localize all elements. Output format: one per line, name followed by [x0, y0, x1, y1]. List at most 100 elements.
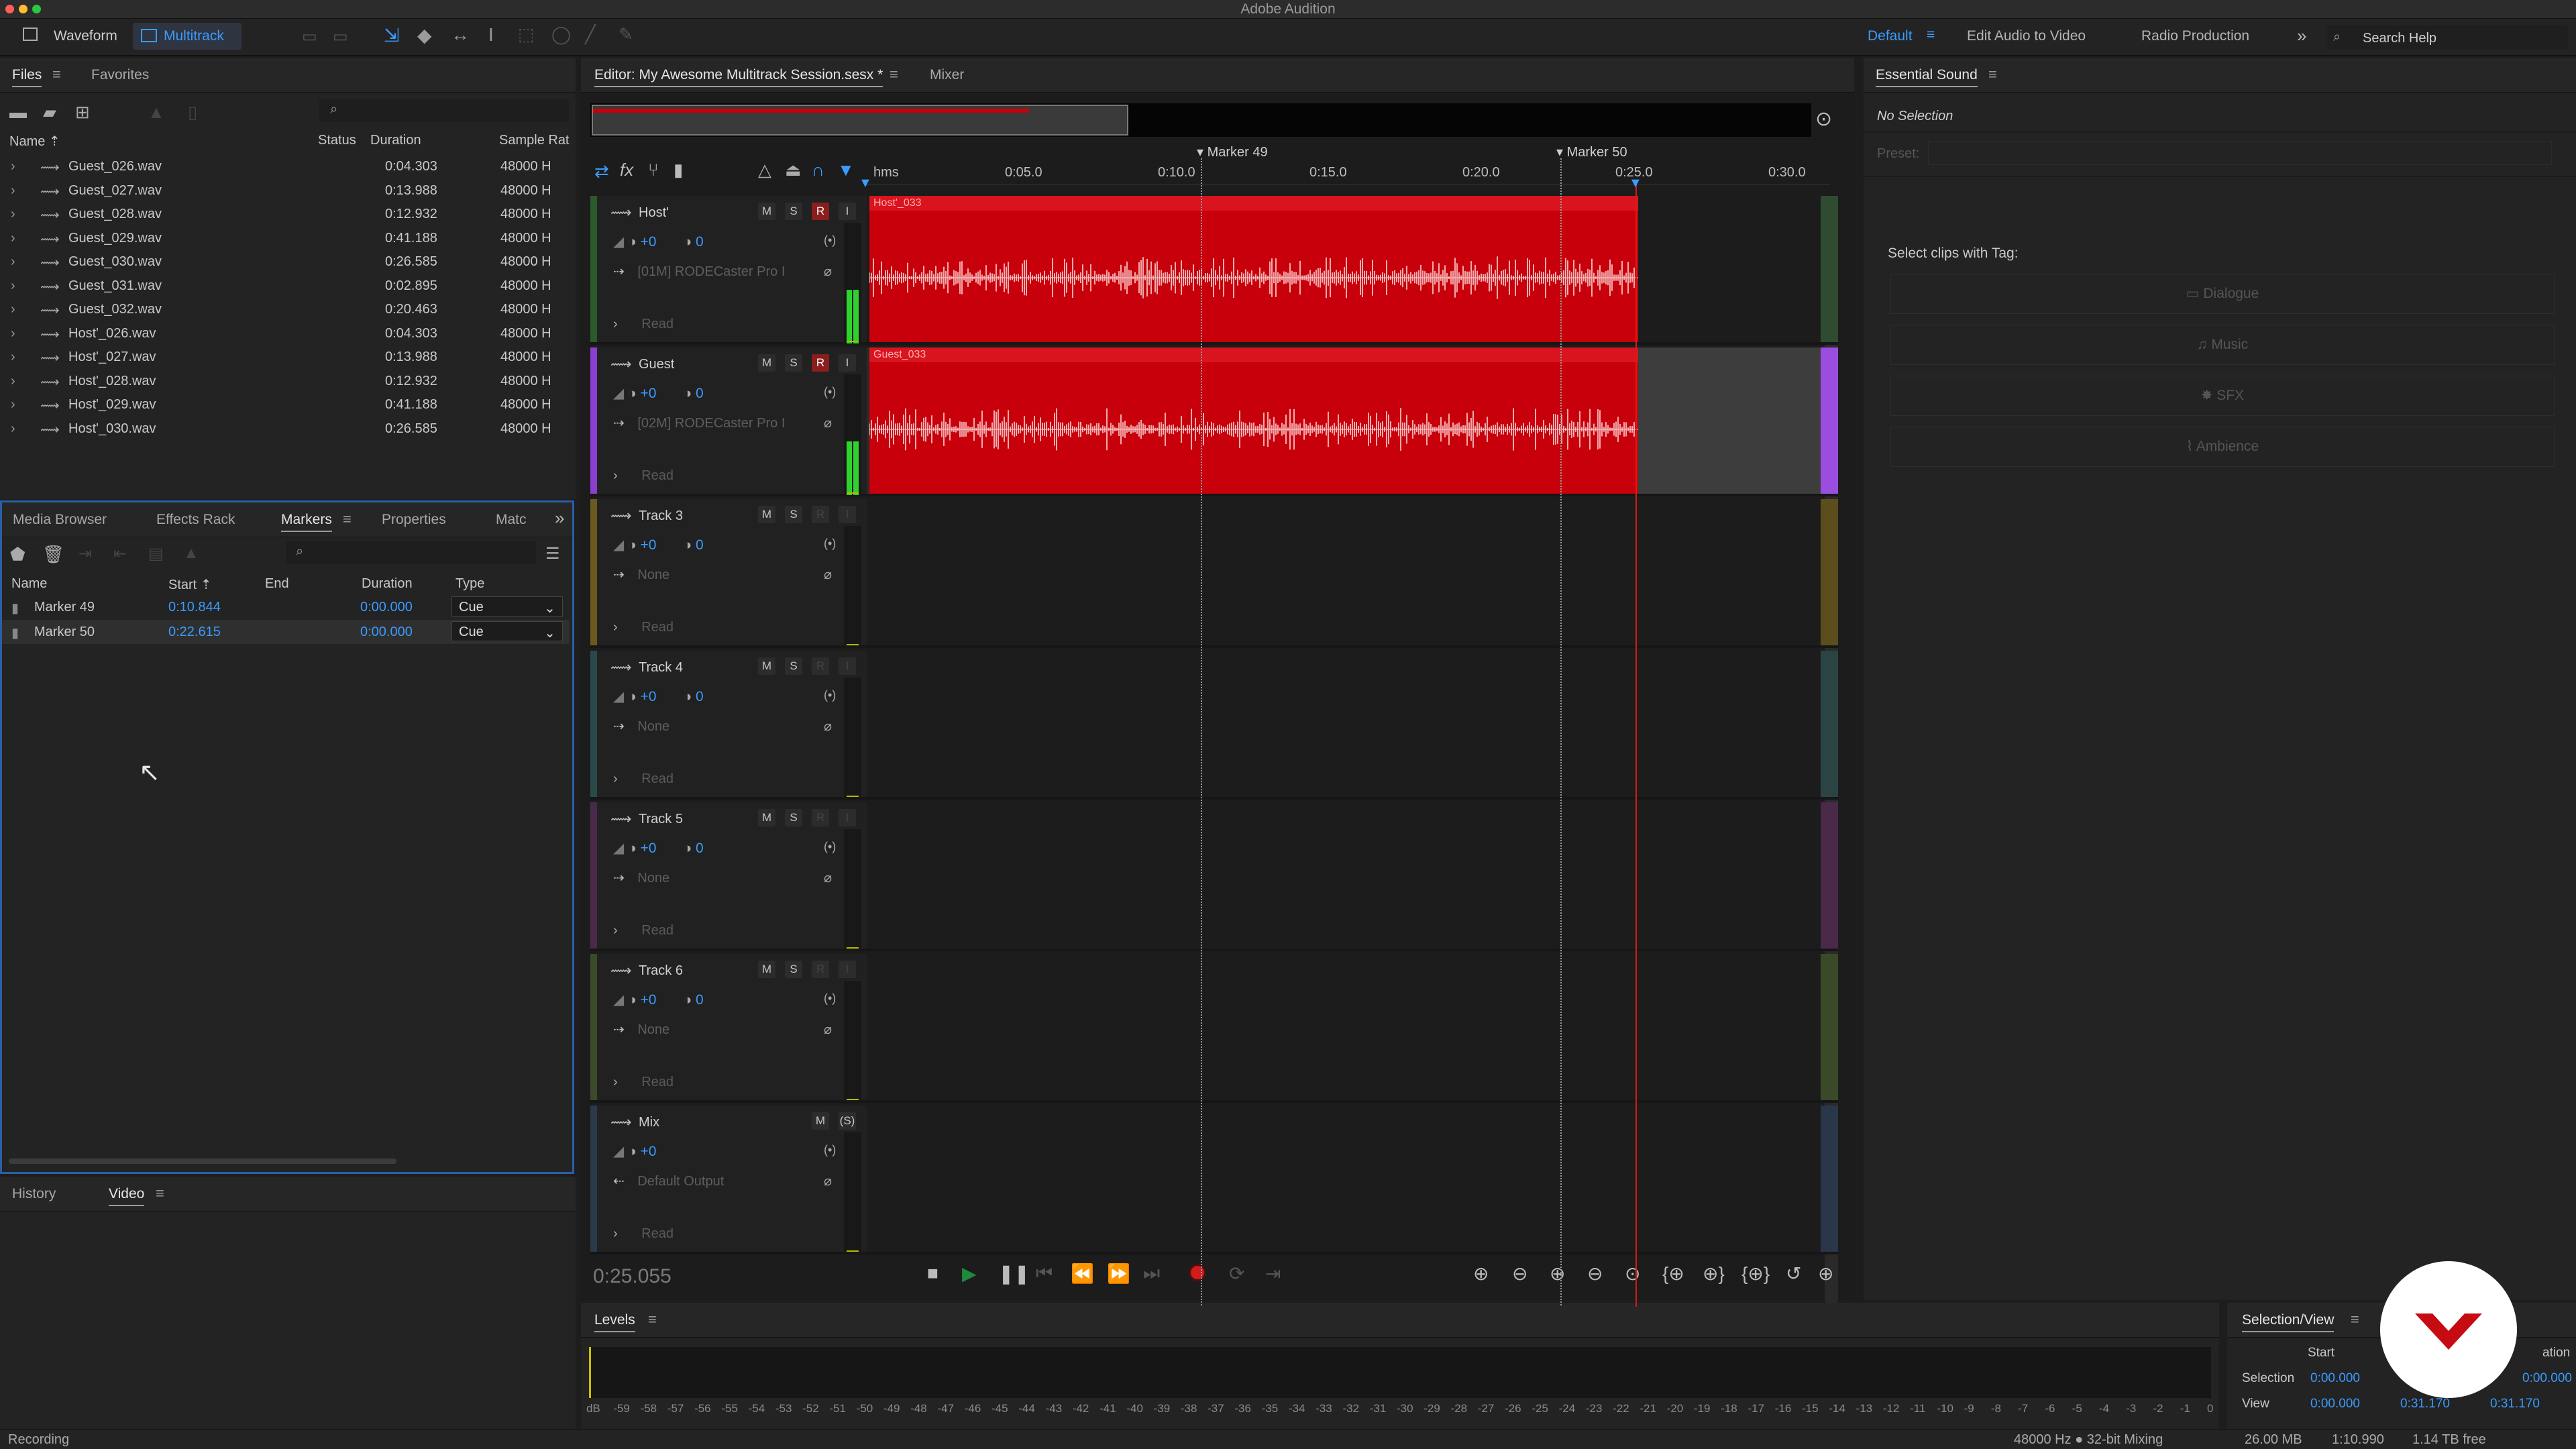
phase-invert-icon[interactable]: ⌀: [824, 1173, 832, 1189]
new-file-icon[interactable]: ⊞: [75, 102, 90, 123]
stereo-balance-icon[interactable]: (•): [824, 233, 836, 248]
solo-button[interactable]: S: [785, 657, 802, 675]
import-file-icon[interactable]: ▰: [43, 102, 56, 123]
move-to-previous-icon[interactable]: ⏮: [1036, 1263, 1053, 1285]
move-tool-icon[interactable]: ⇲: [384, 24, 399, 46]
record-arm-button[interactable]: R: [812, 506, 829, 523]
close-file-icon[interactable]: ▯: [188, 102, 197, 123]
pan-knob-icon[interactable]: ◑: [683, 689, 692, 704]
column-type-header[interactable]: Type: [455, 576, 484, 592]
tab-video[interactable]: Video: [109, 1186, 145, 1206]
track-3[interactable]: ⟿ Track 3 M S R I ◢ ◑ +0 ◑ 0 (•) ⇢ None ⌀ › Read: [590, 499, 1838, 648]
track-name[interactable]: Guest: [639, 357, 674, 372]
move-to-next-icon[interactable]: ⏭: [1143, 1263, 1160, 1285]
io-row[interactable]: ⇢ [01M] RODECaster Pro I: [613, 263, 785, 280]
play-icon[interactable]: ▶: [962, 1263, 977, 1285]
record-arm-button[interactable]: R: [812, 961, 829, 978]
track-name[interactable]: Host': [639, 205, 669, 221]
workspace-radio-production[interactable]: Radio Production: [2141, 28, 2249, 44]
track-5[interactable]: ⟿ Track 5 M S R I ◢ ◑ +0 ◑ 0 (•) ⇢ None ⌀ › Read: [590, 802, 1838, 951]
markers-horizontal-scrollbar[interactable]: [9, 1159, 396, 1164]
zoom-in-at-start-icon[interactable]: {⊕: [1662, 1263, 1684, 1285]
io-select[interactable]: [02M] RODECaster Pro I: [637, 416, 785, 431]
sends-icon[interactable]: ⑂: [648, 160, 659, 180]
stereo-balance-icon[interactable]: (•): [824, 688, 836, 702]
tab-history[interactable]: History: [12, 1186, 56, 1202]
tab-editor[interactable]: Editor: My Awesome Multitrack Session.se…: [594, 67, 883, 87]
pan-value[interactable]: 0: [696, 537, 704, 553]
pan-knob-icon[interactable]: ◑: [683, 537, 692, 553]
record-arm-button[interactable]: R: [812, 809, 829, 826]
music-tag-button[interactable]: ♫ Music: [1890, 325, 2555, 365]
file-row[interactable]: › ⟿ Host'_027.wav 0:13.988 48000 H: [0, 345, 576, 369]
track-inputs-outputs-icon[interactable]: ⇄: [594, 161, 609, 182]
volume-knob-icon[interactable]: ◑: [628, 1144, 637, 1159]
column-duration-header[interactable]: Duration: [370, 133, 421, 148]
view-end-field[interactable]: 0:31.170: [2400, 1397, 2450, 1411]
zoom-in-amplitude-icon[interactable]: ⊕: [1473, 1263, 1489, 1285]
volume-knob-icon[interactable]: ◑: [628, 689, 637, 704]
io-select[interactable]: None: [637, 1022, 669, 1037]
lasso-tool-icon[interactable]: ◯: [551, 24, 571, 45]
snap-icon[interactable]: ⏏: [785, 160, 802, 180]
expand-chevron-icon[interactable]: ›: [11, 159, 15, 174]
io-select[interactable]: Default Output: [637, 1174, 724, 1189]
file-row[interactable]: › ⟿ Guest_028.wav 0:12.932 48000 H: [0, 202, 576, 226]
expand-chevron-icon[interactable]: ›: [11, 302, 15, 317]
more-tabs-icon[interactable]: »: [555, 508, 564, 529]
expand-chevron-icon[interactable]: ›: [613, 317, 618, 331]
brush-tool-icon[interactable]: ╱: [585, 24, 596, 45]
pan-knob-icon[interactable]: ◑: [683, 992, 692, 1008]
automation-mode[interactable]: Read: [641, 1226, 674, 1241]
phase-invert-icon[interactable]: ⌀: [824, 1021, 832, 1038]
expand-chevron-icon[interactable]: ›: [613, 771, 618, 786]
preset-dropdown[interactable]: [1928, 141, 2552, 165]
mute-button[interactable]: M: [758, 506, 775, 523]
metronome-icon[interactable]: △: [758, 160, 771, 180]
dialogue-tag-button[interactable]: ▭ Dialogue: [1890, 274, 2555, 314]
monitor-input-button[interactable]: I: [839, 506, 856, 523]
pan-value[interactable]: 0: [696, 841, 704, 856]
time-selection-tool-icon[interactable]: I: [488, 24, 494, 46]
file-row[interactable]: › ⟿ Host'_029.wav 0:41.188 48000 H: [0, 392, 576, 417]
column-start-header[interactable]: Start ⇡: [168, 576, 212, 593]
marker-start[interactable]: 0:22.615: [168, 625, 221, 640]
tab-match-loudness[interactable]: Matc: [496, 512, 527, 528]
io-row[interactable]: ⇢ None: [613, 718, 669, 735]
automation-mode[interactable]: Read: [641, 620, 674, 635]
marker-name[interactable]: Marker 49: [34, 600, 95, 615]
zoom-reset-icon[interactable]: ↺: [1786, 1263, 1801, 1285]
pause-icon[interactable]: ❚❚: [998, 1263, 1030, 1285]
expand-chevron-icon[interactable]: ›: [613, 923, 618, 938]
audio-clip[interactable]: Host'_033: [869, 196, 1638, 342]
phase-invert-icon[interactable]: ⌀: [824, 263, 832, 280]
filter-markers-icon[interactable]: ☰: [545, 544, 560, 564]
search-help-field[interactable]: ⌕ Search Help: [2326, 25, 2568, 50]
solo-button[interactable]: S: [785, 354, 802, 372]
expand-chevron-icon[interactable]: ›: [11, 183, 15, 199]
volume-value[interactable]: +0: [641, 537, 657, 553]
record-arm-button[interactable]: R: [812, 354, 829, 372]
marker-start[interactable]: 0:10.844: [168, 600, 221, 615]
stereo-balance-icon[interactable]: (•): [824, 537, 836, 551]
file-row[interactable]: › ⟿ Host'_026.wav 0:04.303 48000 H: [0, 321, 576, 345]
ambience-tag-button[interactable]: ⌇ Ambience: [1890, 427, 2555, 467]
tab-markers[interactable]: Markers: [281, 512, 332, 532]
expand-chevron-icon[interactable]: ›: [613, 620, 618, 635]
tab-selection-view[interactable]: Selection/View: [2242, 1312, 2334, 1332]
essential-sound-menu-icon[interactable]: ≡: [1988, 66, 1997, 83]
sfx-tag-button[interactable]: ✸ SFX: [1890, 376, 2555, 416]
track-name[interactable]: Track 4: [639, 660, 683, 676]
tab-levels[interactable]: Levels: [594, 1312, 635, 1332]
view-duration-field[interactable]: 0:31.170: [2490, 1397, 2540, 1411]
expand-chevron-icon[interactable]: ›: [11, 350, 15, 365]
marker-duration[interactable]: 0:00.000: [360, 600, 413, 615]
expand-chevron-icon[interactable]: ›: [11, 421, 15, 437]
selection-view-menu-icon[interactable]: ≡: [2351, 1311, 2359, 1328]
phase-invert-icon[interactable]: ⌀: [824, 566, 832, 583]
files-search-input[interactable]: ⌕: [319, 99, 569, 122]
pan-value[interactable]: 0: [696, 689, 704, 704]
io-row[interactable]: ⇢ None: [613, 566, 669, 583]
start-handle-icon[interactable]: ▼: [859, 176, 872, 191]
volume-knob-icon[interactable]: ◑: [628, 992, 637, 1008]
